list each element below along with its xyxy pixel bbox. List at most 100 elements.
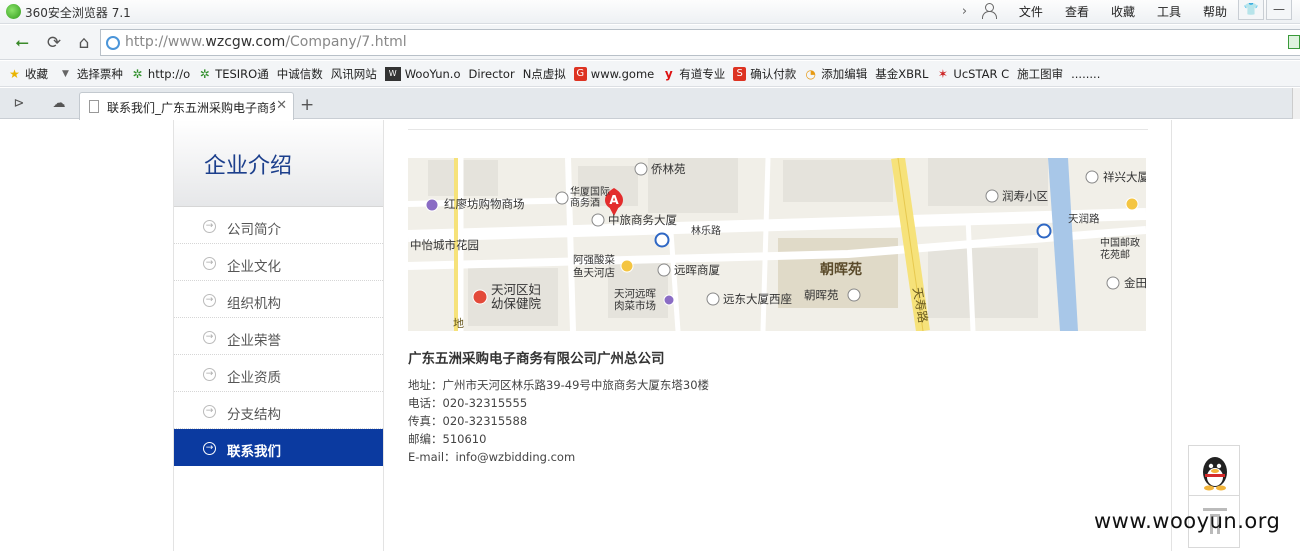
security-shield-icon[interactable] [1288,35,1300,49]
bookmark-item[interactable]: ◔ 添加编辑 [804,66,867,82]
user-icon[interactable] [980,2,998,20]
chevron-right-icon[interactable]: › [962,4,976,19]
divider [1171,120,1172,551]
map-label: 商务酒 [570,196,600,209]
map-label: 朝晖苑 [820,261,862,278]
sidebar-item-culture[interactable]: → 企业文化 [174,244,383,281]
sidebar: 企业介绍 → 公司简介 → 企业文化 → 组织机构 → 企业荣誉 → 企业资质 → 分支结构… [174,120,384,551]
chevron-down-icon[interactable]: ▼ [62,69,69,79]
sidebar-toggle-icon[interactable]: ⊳ [10,95,28,113]
skin-button[interactable]: 👕 [1238,0,1264,20]
menu-help[interactable]: 帮助 [1203,3,1227,20]
sidebar-item-label: 联系我们 [227,444,281,460]
sidebar-item-honors[interactable]: → 企业荣誉 [174,318,383,355]
map-label: 朝晖苑 [804,288,839,302]
bookmark-item[interactable]: y 有道专业 [662,66,725,82]
map-label: 阿强酸菜 [573,253,615,266]
browser-logo-icon [6,4,21,19]
star-icon: ✶ [937,66,948,81]
company-name: 广东五洲采购电子商务有限公司广州总公司 [408,351,665,367]
map-label: 天河远晖 [614,288,656,300]
penguin-icon [1203,457,1227,491]
url-input[interactable]: http://www.wzcgw.com/Company/7.html [100,29,1300,56]
bookmark-item[interactable]: W WooYun.o [384,66,460,81]
scrollbar[interactable] [1292,88,1300,119]
swirl-icon: ◔ [805,66,816,81]
bookmark-item[interactable]: 选择票种 [77,66,123,82]
contact-address: 地址：广州市天河区林乐路39-49号中旅商务大厦东塔30楼 [408,378,710,392]
sidebar-item-label: 组织机构 [227,296,281,312]
page-content: 企业介绍 → 公司简介 → 企业文化 → 组织机构 → 企业荣誉 → 企业资质 → 分支结构… [0,120,1300,551]
tab-title: 联系我们_广东五洲采购电子商务 [107,101,275,115]
sidebar-item-label: 企业文化 [227,259,281,275]
sidebar-item-qualifications[interactable]: → 企业资质 [174,355,383,392]
minimize-button[interactable]: — [1266,0,1292,20]
map-label: 地 [453,317,464,330]
map-marker-label: A [609,193,619,207]
menu-file[interactable]: 文件 [1019,3,1043,20]
s-icon: S [733,66,747,81]
bookmark-item[interactable]: ✶ UcSTAR C [936,67,1009,81]
bookmark-item[interactable]: ........ [1071,67,1100,81]
divider [408,129,1148,130]
arrow-right-icon: → [203,220,216,233]
sidebar-item-label: 企业荣誉 [227,333,281,349]
arrow-right-icon: → [203,257,216,270]
watermark: www.wooyun.org [1094,509,1281,533]
arrow-right-icon: → [203,331,216,344]
map-label: 金田 [1124,276,1146,290]
bookmark-item[interactable]: 风讯网站 [331,66,377,82]
home-button[interactable]: ⌂ [70,30,98,56]
contact-fax: 传真：020-32315588 [408,414,528,428]
location-map[interactable]: A 侨林苑 华厦国际 商务酒 红廖坊购物商场 中旅商务大厦 林乐路 中怡城市花园… [408,158,1146,331]
reload-button[interactable]: ⟳ [40,30,68,56]
map-label: 肉菜市场 [614,299,656,312]
bookmark-item[interactable]: 基金XBRL [875,66,928,82]
map-label: 远晖商厦 [674,263,720,277]
sidebar-item-contact[interactable]: → 联系我们 [174,429,383,466]
url-text: http://www.wzcgw.com/Company/7.html [125,34,407,50]
sidebar-item-branches[interactable]: → 分支结构 [174,392,383,429]
bookmark-item[interactable]: N点虚拟 [523,66,566,82]
tab-bar: ⊳ ☁ 联系我们_广东五洲采购电子商务 ✕ + [0,88,1300,120]
bookmark-favorites[interactable]: ★ 收藏 ▼ [8,66,69,82]
bookmark-item[interactable]: S 确认付款 [733,66,796,82]
bookmarks-bar: ★ 收藏 ▼ 选择票种 ✲ http://o ✲ TESIRO通 中诚信数 风讯网站 W… [0,61,1300,87]
bookmark-item[interactable]: ✲ http://o [131,67,190,81]
map-label: 幼保健院 [491,296,542,311]
gear-icon: ✲ [199,66,210,81]
tab-active[interactable]: 联系我们_广东五洲采购电子商务 ✕ [79,92,294,120]
map-label: 红廖坊购物商场 [444,197,525,211]
bookmark-item[interactable]: Director [468,67,514,81]
menu-tools[interactable]: 工具 [1157,3,1181,20]
qq-chat-button[interactable] [1188,445,1240,496]
bookmark-item[interactable]: Gwww.gome [573,66,654,81]
gear-icon: ✲ [132,66,143,81]
map-label: 远东大厦西座 [723,292,792,306]
map-label: 中旅商务大厦 [608,213,677,227]
map-label: 花苑邮 [1100,248,1130,261]
address-toolbar: ⭠ ⟳ ⌂ http://www.wzcgw.com/Company/7.htm… [0,25,1300,60]
bookmark-item[interactable]: ✲ TESIRO通 [198,66,269,82]
contact-phone: 电话：020-32315555 [408,396,528,410]
map-label: 天润路 [1068,212,1100,225]
menu-favorites[interactable]: 收藏 [1111,3,1135,20]
arrow-right-icon: → [203,405,216,418]
back-button[interactable]: ⭠ [8,30,36,56]
sidebar-item-company-intro[interactable]: → 公司简介 [174,207,383,244]
close-icon[interactable]: ✕ [276,98,287,113]
globe-icon [106,36,120,50]
map-label: 天河区妇 [491,282,541,297]
sidebar-item-organization[interactable]: → 组织机构 [174,281,383,318]
new-tab-button[interactable]: + [300,96,314,114]
cloud-icon[interactable]: ☁ [50,95,68,113]
map-label: 鱼天河店 [573,266,615,279]
gome-icon: G [573,66,587,81]
menu-view[interactable]: 查看 [1065,3,1089,20]
bookmark-item[interactable]: 中诚信数 [277,66,323,82]
sidebar-item-label: 企业资质 [227,370,281,386]
map-label: 中怡城市花园 [410,238,479,252]
map-label: 润寿小区 [1002,189,1048,203]
bookmark-item[interactable]: 施工图审 [1017,66,1063,82]
contact-email[interactable]: E-mail：info@wzbidding.com [408,448,709,466]
